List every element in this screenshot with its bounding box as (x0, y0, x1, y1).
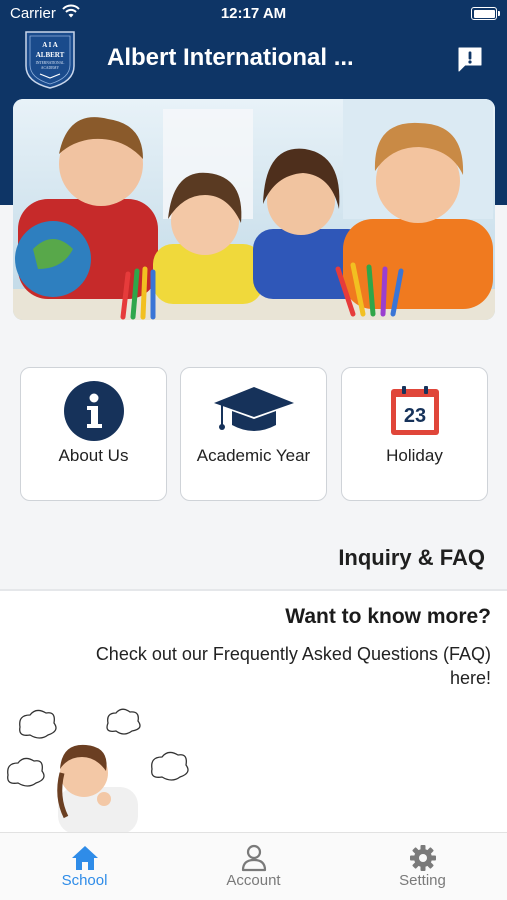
svg-text:ACADEMY: ACADEMY (41, 66, 60, 70)
clock: 12:17 AM (220, 5, 287, 22)
calendar-icon: 23 (390, 386, 439, 435)
tab-account[interactable]: Account (169, 833, 338, 900)
academic-year-label: Academic Year (196, 446, 311, 465)
thinking-girl-illustration (0, 707, 190, 834)
faq-panel[interactable]: Want to know more? Check out our Frequen… (0, 589, 507, 834)
svg-text:A I A: A I A (42, 41, 58, 49)
faq-heading: Want to know more? (285, 605, 491, 628)
holiday-card[interactable]: 23 Holiday (341, 367, 488, 501)
tab-setting[interactable]: Setting (338, 833, 507, 900)
tab-bar: School Account Setting (0, 832, 507, 900)
inquiry-alert-button[interactable] (456, 45, 484, 73)
school-logo: A I A ALBERT INTERNATIONAL ACADEMY (24, 30, 76, 90)
home-icon (71, 846, 98, 870)
academic-year-card[interactable]: Academic Year (180, 367, 327, 501)
app-title: Albert International ... (107, 44, 354, 71)
alert-message-icon (458, 47, 482, 72)
about-us-label: About Us (58, 446, 129, 465)
holiday-label: Holiday (386, 446, 443, 465)
svg-text:ALBERT: ALBERT (36, 51, 65, 59)
gear-icon (409, 845, 436, 871)
info-icon (63, 381, 124, 441)
tab-school-label: School (61, 872, 108, 889)
inquiry-section-title: Inquiry & FAQ (338, 545, 485, 570)
calendar-day: 23 (403, 405, 425, 427)
person-icon (241, 844, 266, 872)
tab-setting-label: Setting (399, 872, 446, 889)
school-banner-image (13, 99, 495, 320)
battery-icon (471, 7, 500, 20)
faq-description: Check out our Frequently Asked Questions… (95, 644, 491, 688)
status-bar: Carrier 12:17 AM (0, 0, 507, 28)
tab-account-label: Account (226, 872, 281, 889)
tab-school[interactable]: School (0, 833, 169, 900)
graduation-cap-icon (213, 387, 294, 431)
about-us-card[interactable]: About Us (20, 367, 167, 501)
svg-text:INTERNATIONAL: INTERNATIONAL (36, 61, 65, 65)
